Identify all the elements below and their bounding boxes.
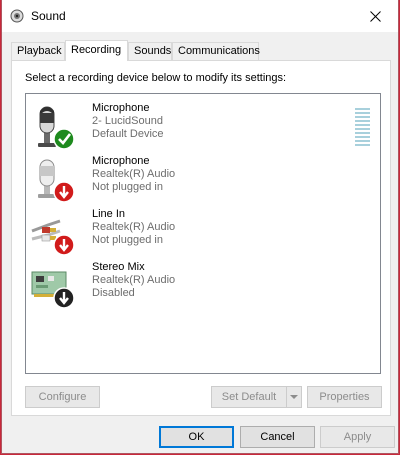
tab-label: Playback	[17, 45, 62, 57]
microphone-icon	[38, 159, 75, 203]
device-item[interactable]: Microphone Realtek(R) Audio Not plugged …	[26, 153, 380, 205]
chevron-down-icon	[290, 395, 298, 399]
level-meter	[355, 108, 370, 152]
tab-sounds[interactable]: Sounds	[128, 42, 172, 60]
sound-dialog: Sound Playback Recording Sounds Communic…	[1, 0, 399, 454]
window-title: Sound	[31, 9, 66, 23]
close-button[interactable]	[352, 0, 398, 32]
device-driver: Realtek(R) Audio	[92, 221, 176, 233]
device-item[interactable]: Microphone 2- LucidSound Default Device	[26, 100, 380, 152]
device-driver: Realtek(R) Audio	[92, 168, 176, 180]
device-status: Default Device	[92, 128, 164, 140]
properties-button[interactable]: Properties	[307, 386, 382, 408]
device-text: Line In Realtek(R) Audio Not plugged in	[92, 208, 175, 247]
device-driver: 2- LucidSound	[92, 115, 163, 127]
device-driver: Realtek(R) Audio	[92, 274, 176, 286]
tab-strip: Playback Recording Sounds Communications	[11, 40, 391, 61]
instruction-text: Select a recording device below to modif…	[25, 72, 287, 84]
tab-communications[interactable]: Communications	[172, 42, 260, 60]
device-item[interactable]: Stereo Mix Realtek(R) Audio Disabled	[26, 259, 380, 311]
recording-panel: Select a recording device below to modif…	[11, 60, 391, 416]
tab-recording[interactable]: Recording	[65, 40, 128, 61]
device-status: Disabled	[92, 287, 135, 299]
tab-label: Recording	[71, 44, 122, 56]
check-badge-icon	[53, 128, 75, 150]
apply-button[interactable]: Apply	[320, 426, 395, 448]
device-text: Microphone 2- LucidSound Default Device	[92, 102, 164, 141]
title-bar[interactable]: Sound	[2, 0, 398, 32]
tab-playback[interactable]: Playback	[11, 42, 65, 60]
configure-button[interactable]: Configure	[25, 386, 100, 408]
device-status: Not plugged in	[92, 234, 163, 246]
speaker-icon	[10, 9, 24, 23]
device-text: Microphone Realtek(R) Audio Not plugged …	[92, 155, 175, 194]
device-text: Stereo Mix Realtek(R) Audio Disabled	[92, 261, 175, 300]
device-status: Not plugged in	[92, 181, 163, 193]
close-icon	[369, 10, 381, 22]
device-item[interactable]: Line In Realtek(R) Audio Not plugged in	[26, 206, 380, 258]
microphone-icon	[38, 106, 75, 150]
tab-label: Sounds	[134, 45, 172, 57]
tab-label: Communications	[178, 45, 260, 57]
cancel-button[interactable]: Cancel	[240, 426, 315, 448]
device-name: Line In	[92, 208, 126, 220]
line-in-jack-icon	[31, 219, 75, 256]
set-default-button[interactable]: Set Default	[211, 386, 287, 408]
device-list[interactable]: Microphone 2- LucidSound Default Device	[25, 93, 381, 374]
set-default-dropdown[interactable]	[286, 386, 302, 408]
device-name: Microphone	[92, 102, 150, 114]
sound-card-icon	[31, 271, 75, 309]
ok-button[interactable]: OK	[159, 426, 234, 448]
device-name: Microphone	[92, 155, 150, 167]
device-name: Stereo Mix	[92, 261, 145, 273]
